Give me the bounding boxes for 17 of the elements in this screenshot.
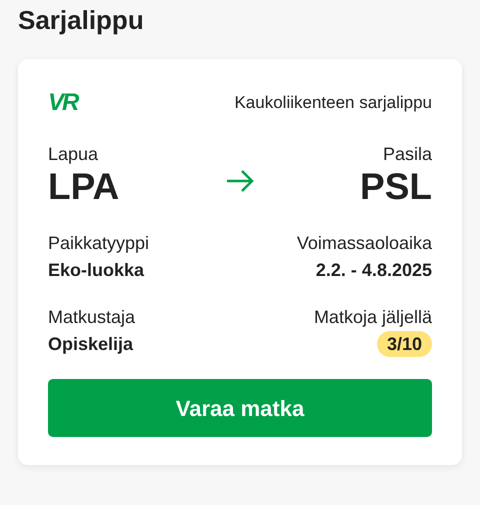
detail-label: Paikkatyyppi xyxy=(48,232,150,255)
detail-value: Eko-luokka xyxy=(48,259,144,282)
origin-code: LPA xyxy=(48,165,120,209)
destination-name: Pasila xyxy=(382,143,432,165)
page-title: Sarjalippu xyxy=(18,4,145,36)
detail-value: 2.2. - 4.8.2025 xyxy=(316,259,432,282)
book-trip-button[interactable]: Varaa matka xyxy=(48,379,432,437)
logo: VR xyxy=(48,91,78,115)
arrow-right-icon xyxy=(224,169,255,193)
detail-label: Matkustaja xyxy=(48,306,136,329)
trips-left-badge: 3/10 xyxy=(376,331,432,357)
destination-code: PSL xyxy=(360,165,432,209)
detail-label: Voimassaoloaika xyxy=(296,232,432,255)
origin-name: Lapua xyxy=(48,143,100,165)
detail-label: Matkoja jäljellä xyxy=(314,306,432,329)
product-name: Kaukoliikenteen sarjalippu xyxy=(234,92,432,114)
detail-value: Opiskelija xyxy=(48,333,134,356)
